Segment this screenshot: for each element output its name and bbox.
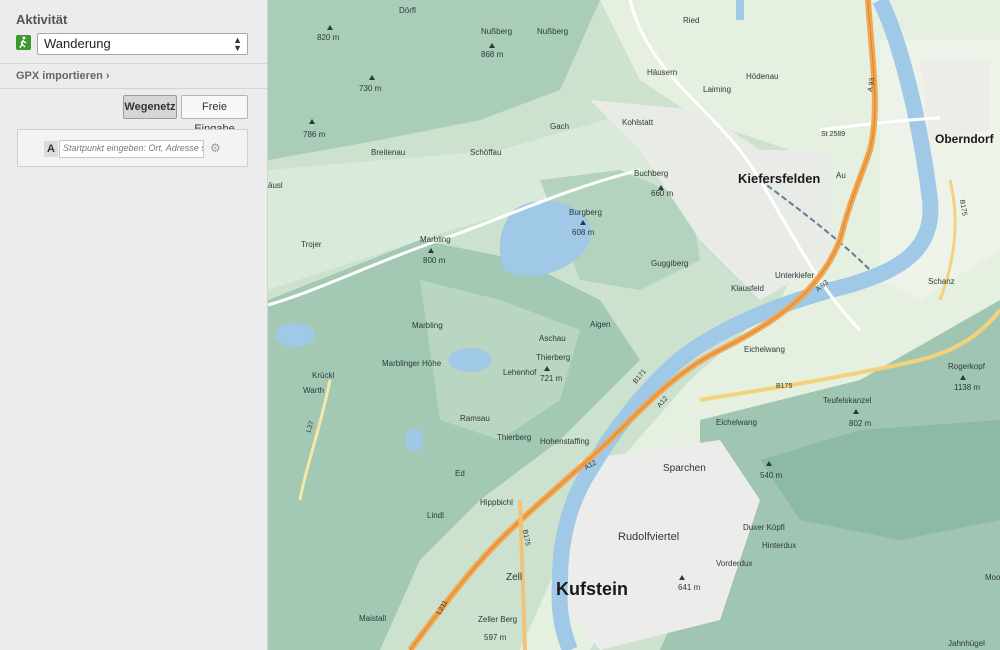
elevation-label: 730 m [359,84,382,93]
place-label: Lindl [427,511,444,520]
place-label: Ried [683,16,699,25]
activity-select-value: Wanderung [44,36,111,51]
place-label: Klausfeld [731,284,764,293]
place-label: Oberndorf [935,132,995,146]
elevation-label: 802 m [849,419,872,428]
place-label: Kiefersfelden [738,171,820,186]
place-label: Rudolfviertel [618,531,679,543]
place-label: Hödenau [746,72,778,81]
place-label: Ed [455,469,465,478]
place-label: Thierberg [536,353,570,362]
place-label: Kufstein [556,579,628,599]
place-label: Laiming [703,85,731,94]
place-label: Marbling [420,235,451,244]
place-label: Nußberg [537,27,568,36]
free-input-button[interactable]: Freie Eingabe [181,95,248,135]
place-label: Maistall [359,614,386,623]
elevation-label: 540 m [760,471,783,480]
place-label: Häusern [647,68,677,77]
place-label: Schöffau [470,148,501,157]
place-label: Eichelwang [744,345,785,354]
place-label: Lehenhof [503,368,537,377]
place-label: Zeller Berg [478,615,517,624]
place-label: Aigen [590,320,610,329]
activity-title: Aktivität [16,12,68,27]
place-label: Zell [506,572,522,583]
place-label: Krückl [312,371,334,380]
place-label: Kohlstatt [622,118,654,127]
place-label: Jahnhügel [948,639,985,648]
waypoint-a-marker: A [44,141,58,157]
place-label: Hippbichl [480,498,513,507]
place-label: Teufelskanzel [823,396,872,405]
place-label: Rogerkopf [948,362,986,371]
place-label: äusl [268,181,283,190]
place-label: Warth [303,386,324,395]
place-label: Vorderdux [716,559,752,568]
activity-select[interactable]: Wanderung ▲ ▼ [37,33,248,55]
place-label: Moos [985,573,1000,582]
elevation-label: 597 m [484,633,507,642]
gear-icon[interactable]: ⚙ [210,141,221,155]
sidebar: Aktivität Wanderung ▲ ▼ GPX importieren ›… [0,0,268,650]
place-label: Eichelwang [716,418,757,427]
place-label: Dörfl [399,6,416,15]
elevation-label: 660 m [651,189,674,198]
place-label: Hohenstaffing [540,437,589,446]
elevation-label: 868 m [481,50,504,59]
route-network-button[interactable]: Wegenetz [123,95,177,119]
road-label: B175 [776,383,792,390]
divider [0,88,267,89]
place-label: Nußberg [481,27,512,36]
divider [0,63,267,64]
elevation-label: 1138 m [954,383,980,392]
elevation-label: 641 m [678,583,701,592]
place-label: Breitenau [371,148,405,157]
place-label: Trojer [301,240,322,249]
place-label: Au [836,171,846,180]
place-label: Ramsau [460,414,490,423]
chevron-right-icon: › [102,70,110,82]
elevation-label: 800 m [423,256,446,265]
place-label: Buchberg [634,169,668,178]
elevation-label: 721 m [540,374,563,383]
hiker-icon [16,35,31,50]
map-view[interactable]: Kufstein Kiefersfelden Oberndorf Sparche… [268,0,1000,650]
place-label: Hinterdux [762,541,796,550]
place-label: Gach [550,122,569,131]
place-label: Marbling [412,321,443,330]
elevation-label: 608 m [572,228,595,237]
road-label: St 2589 [821,131,845,138]
start-point-input[interactable]: Startpunkt eingeben: Ort, Adresse suchen [59,140,204,158]
select-arrows-icon: ▲ ▼ [233,35,242,53]
place-label: Thierberg [497,433,531,442]
place-label: Marblinger Höhe [382,359,442,368]
place-label: Duxer Köpfl [743,523,785,532]
gpx-import-link[interactable]: GPX importieren › [16,70,110,82]
start-point-panel: A Startpunkt eingeben: Ort, Adresse such… [17,129,248,167]
place-label: Burgberg [569,208,602,217]
elevation-label: 820 m [317,33,340,42]
place-label: Unterkiefer [775,271,814,280]
place-label: Sparchen [663,463,706,474]
place-label: Guggiberg [651,259,688,268]
elevation-label: 786 m [303,130,326,139]
place-label: Aschau [539,334,566,343]
place-label: Schanz [928,277,955,286]
